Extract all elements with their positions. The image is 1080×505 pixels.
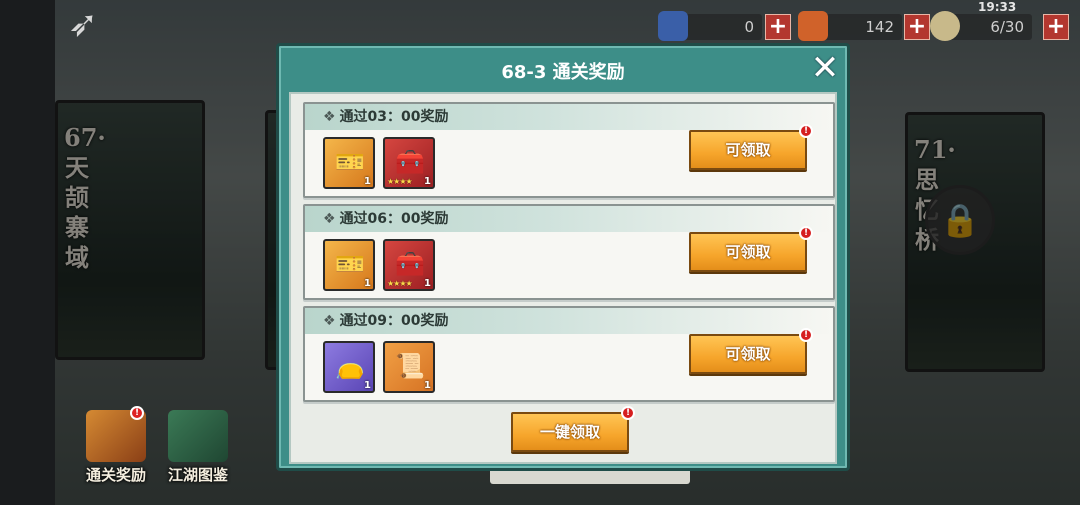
reward-row-1-header: ❖ 通过03：00奖励 <box>305 104 833 130</box>
reward-item[interactable]: 🎫 1 <box>323 239 375 291</box>
clear-reward-label: 通关奖励 <box>85 466 146 484</box>
gold-token-icon: 🎫 <box>335 250 365 278</box>
add-resource-1-button[interactable]: + <box>765 14 791 40</box>
scroll-icon: 📜 <box>395 352 425 380</box>
reward-row-3-title: 通过09：00奖励 <box>339 313 449 329</box>
reward-row-2-header: ❖ 通过06：00奖励 <box>305 206 833 232</box>
bun-icon <box>930 11 960 41</box>
item-qty: 1 <box>424 278 431 289</box>
notification-badge: ! <box>799 328 813 342</box>
item-qty: 1 <box>364 278 371 289</box>
clock: 19:33 <box>978 0 1017 14</box>
reward-row-3: ❖ 通过09：00奖励 👝 1 📜 1 可领取 ! <box>303 306 835 402</box>
back-button[interactable]: ➶ <box>68 7 116 43</box>
reward-item[interactable]: 🧰 ★★★★ 1 <box>383 239 435 291</box>
claim-all-button[interactable]: 一键领取 <box>511 412 629 452</box>
orange-key-icon <box>798 11 828 41</box>
purple-pouch-icon: 👝 <box>335 352 365 380</box>
resource-counter-3: 6/30 <box>930 11 1032 41</box>
treasure-box-icon: 🧰 <box>395 250 425 278</box>
reward-row-1: ❖ 通过03：00奖励 🎫 1 🧰 ★★★★ 1 可领取 ! <box>303 102 835 198</box>
diamond-icon: ❖ <box>323 109 336 125</box>
resource-counter-2: 142 <box>798 11 902 41</box>
gold-token-icon: 🎫 <box>335 148 365 176</box>
reward-row-1-title: 通过03：00奖励 <box>339 109 449 125</box>
item-qty: 1 <box>424 380 431 391</box>
resource-counter-1: 0 <box>658 11 762 41</box>
add-resource-2-button[interactable]: + <box>904 14 930 40</box>
resource-value-1: 0 <box>744 18 754 36</box>
resource-value-3: 6/30 <box>990 18 1024 36</box>
item-qty: 1 <box>364 176 371 187</box>
books-icon <box>168 410 228 462</box>
notification-dot: ! <box>130 406 144 420</box>
reward-item[interactable]: 🧰 ★★★★ 1 <box>383 137 435 189</box>
claim-button-2[interactable]: 可领取 <box>689 232 807 272</box>
reward-item[interactable]: 📜 1 <box>383 341 435 393</box>
bottom-tab <box>490 470 690 484</box>
clear-reward-button[interactable]: ! 通关奖励 <box>78 406 154 490</box>
close-icon[interactable]: ✕ <box>805 48 845 88</box>
claim-button-3[interactable]: 可领取 <box>689 334 807 374</box>
treasure-chest-icon: ! <box>86 406 146 462</box>
dialog-title: 68-3 通关奖励 <box>501 62 625 83</box>
add-resource-3-button[interactable]: + <box>1043 14 1069 40</box>
reward-dialog: 68-3 通关奖励 ✕ ❖ 通过03：00奖励 🎫 1 🧰 ★★★★ 1 可领取 … <box>276 43 850 471</box>
treasure-box-icon: 🧰 <box>395 148 425 176</box>
item-qty: 1 <box>364 380 371 391</box>
reward-item[interactable]: 🎫 1 <box>323 137 375 189</box>
claim-button-1[interactable]: 可领取 <box>689 130 807 170</box>
reward-row-3-header: ❖ 通过09：00奖励 <box>305 308 833 334</box>
reward-row-2-title: 通过06：00奖励 <box>339 211 449 227</box>
resource-value-2: 142 <box>865 18 894 36</box>
jianghu-codex-button[interactable]: 江湖图鉴 <box>160 410 236 490</box>
diamond-icon: ❖ <box>323 313 336 329</box>
reward-row-2: ❖ 通过06：00奖励 🎫 1 🧰 ★★★★ 1 可领取 ! <box>303 204 835 300</box>
notification-badge: ! <box>621 406 635 420</box>
diamond-icon: ❖ <box>323 211 336 227</box>
notification-badge: ! <box>799 226 813 240</box>
jianghu-codex-label: 江湖图鉴 <box>167 466 228 484</box>
reward-list: ❖ 通过03：00奖励 🎫 1 🧰 ★★★★ 1 可领取 ! ❖ 通过06：00奖励… <box>289 92 837 464</box>
reward-item[interactable]: 👝 1 <box>323 341 375 393</box>
item-stars: ★★★★ <box>387 279 413 288</box>
item-stars: ★★★★ <box>387 177 413 186</box>
item-qty: 1 <box>424 176 431 187</box>
blue-scroll-icon <box>658 11 688 41</box>
notification-badge: ! <box>799 124 813 138</box>
